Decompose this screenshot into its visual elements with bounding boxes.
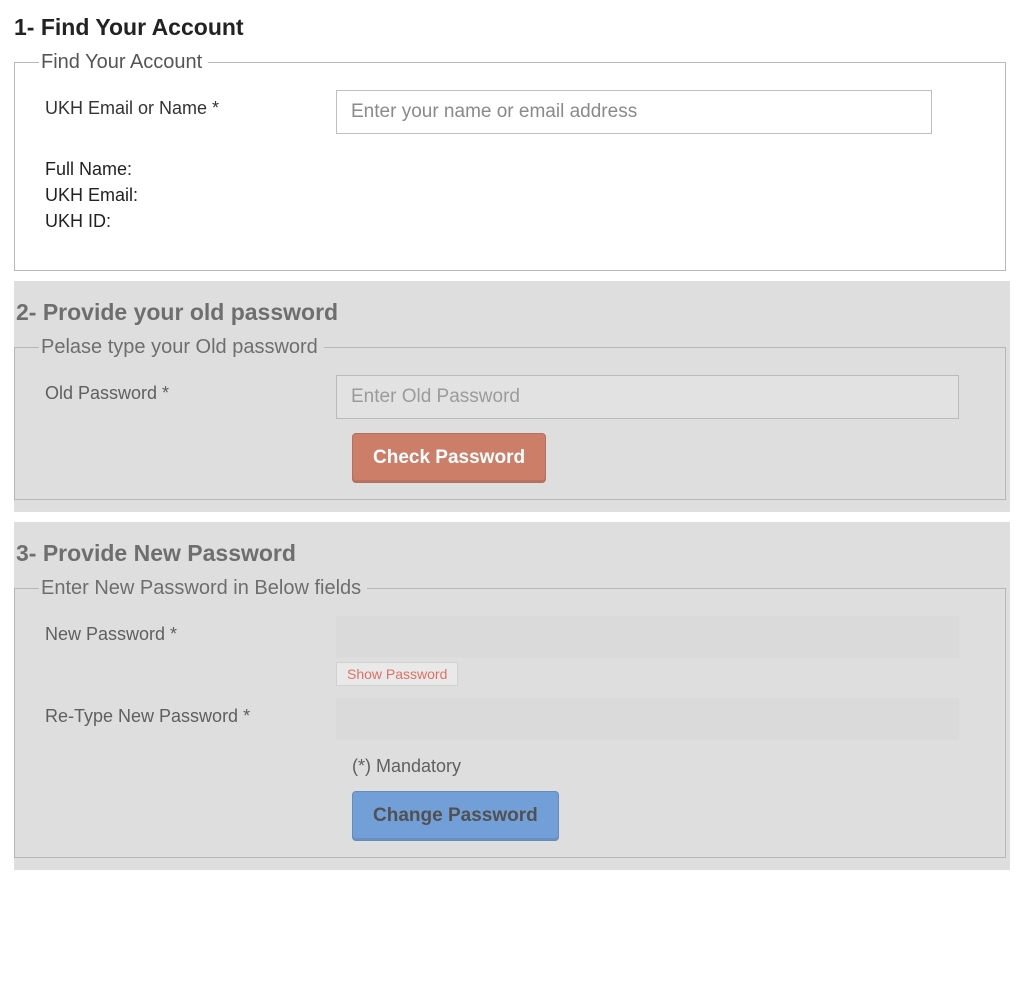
new-password-row: New Password * Show Password: [31, 610, 989, 692]
show-password-button[interactable]: Show Password: [336, 662, 458, 686]
email-name-label: UKH Email or Name *: [31, 90, 336, 119]
ukh-id-line: UKH ID:: [45, 208, 989, 234]
new-password-section: 3- Provide New Password Enter New Passwo…: [14, 522, 1010, 870]
new-password-fieldset: Enter New Password in Below fields New P…: [14, 577, 1006, 858]
check-password-button[interactable]: Check Password: [352, 433, 546, 483]
account-info-block: Full Name: UKH Email: UKH ID:: [31, 140, 989, 242]
email-name-row: UKH Email or Name *: [31, 84, 989, 140]
retype-password-input[interactable]: [336, 698, 959, 740]
find-account-legend: Find Your Account: [39, 51, 208, 74]
ukh-email-label: UKH Email:: [45, 185, 138, 205]
old-password-title: 2- Provide your old password: [14, 281, 1010, 336]
old-password-section: 2- Provide your old password Pelase type…: [14, 281, 1010, 512]
old-password-fieldset: Pelase type your Old password Old Passwo…: [14, 336, 1006, 500]
find-account-section: 1- Find Your Account Find Your Account U…: [14, 8, 1010, 271]
retype-password-label: Re-Type New Password *: [31, 698, 336, 727]
find-account-fieldset: Find Your Account UKH Email or Name * Fu…: [14, 51, 1006, 271]
fullname-label: Full Name:: [45, 159, 132, 179]
old-password-label: Old Password *: [31, 375, 336, 404]
old-password-row: Old Password *: [31, 369, 989, 425]
ukh-email-line: UKH Email:: [45, 182, 989, 208]
retype-password-row: Re-Type New Password *: [31, 692, 989, 746]
new-password-input[interactable]: [336, 616, 959, 658]
new-password-label: New Password *: [31, 616, 336, 645]
fullname-line: Full Name:: [45, 156, 989, 182]
new-password-title: 3- Provide New Password: [14, 522, 1010, 577]
ukh-id-label: UKH ID:: [45, 211, 111, 231]
mandatory-note: (*) Mandatory: [352, 746, 989, 783]
change-password-button[interactable]: Change Password: [352, 791, 559, 841]
new-password-legend: Enter New Password in Below fields: [39, 577, 367, 600]
old-password-input[interactable]: [336, 375, 959, 419]
email-name-input[interactable]: [336, 90, 932, 134]
old-password-legend: Pelase type your Old password: [39, 336, 324, 359]
find-account-title: 1- Find Your Account: [14, 8, 1010, 51]
